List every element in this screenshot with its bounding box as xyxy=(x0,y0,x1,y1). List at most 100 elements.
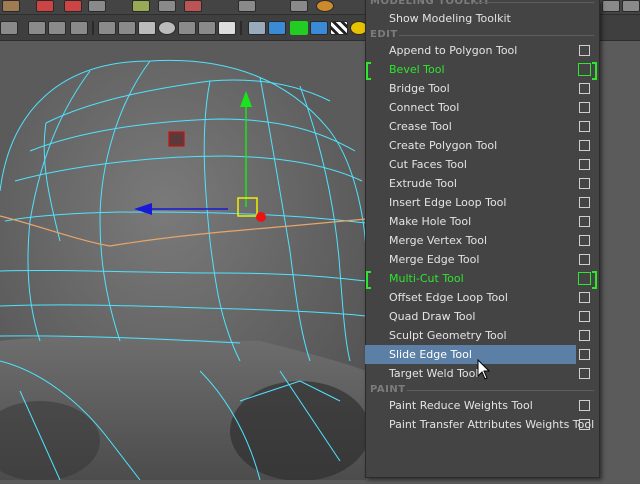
menu-item-label: Sculpt Geometry Tool xyxy=(389,329,507,342)
render-icon[interactable] xyxy=(316,0,334,12)
smooth-shade-icon[interactable] xyxy=(138,21,156,35)
menu-item-create-polygon-tool[interactable]: Create Polygon Tool xyxy=(365,136,598,155)
menu-item-label: Append to Polygon Tool xyxy=(389,44,518,57)
menu-item-label: Create Polygon Tool xyxy=(389,139,498,152)
menu-item-label: Bridge Tool xyxy=(389,82,450,95)
menu-item-offset-edge-loop-tool[interactable]: Offset Edge Loop Tool xyxy=(365,288,598,307)
menu-item-insert-edge-loop-tool[interactable]: Insert Edge Loop Tool xyxy=(365,193,598,212)
option-box-icon[interactable] xyxy=(578,272,591,285)
pivot-point xyxy=(256,212,266,222)
menu-item-paint-transfer-attributes-weights-tool[interactable]: Paint Transfer Attributes Weights Tool xyxy=(365,415,598,434)
menu-item-label: Connect Tool xyxy=(389,101,460,114)
menu-item-paint-reduce-weights-tool[interactable]: Paint Reduce Weights Tool xyxy=(365,396,598,415)
eye-socket-shadow xyxy=(230,381,370,481)
rotate-icon[interactable] xyxy=(158,0,176,12)
menu-item-connect-tool[interactable]: Connect Tool xyxy=(365,98,598,117)
move-icon[interactable] xyxy=(132,0,150,12)
option-box-icon[interactable] xyxy=(579,121,590,132)
menu-item-label: Show Modeling Toolkit xyxy=(389,12,511,25)
toolbar-divider xyxy=(92,21,94,35)
polygon-cube-icon[interactable] xyxy=(98,21,116,35)
scale-icon[interactable] xyxy=(184,0,202,12)
option-box-icon[interactable] xyxy=(579,159,590,170)
option-box-icon[interactable] xyxy=(579,140,590,151)
wireframe-icon[interactable] xyxy=(118,21,136,35)
xray-icon[interactable] xyxy=(158,21,176,35)
menu-item-label: Offset Edge Loop Tool xyxy=(389,291,508,304)
menu-item-crease-tool[interactable]: Crease Tool xyxy=(365,117,598,136)
option-box-icon[interactable] xyxy=(579,400,590,411)
menu-item-bevel-tool[interactable]: Bevel Tool xyxy=(365,60,598,80)
cylinder-icon[interactable] xyxy=(268,21,286,35)
save-icon[interactable] xyxy=(88,0,106,12)
camera-icon[interactable] xyxy=(0,21,18,35)
option-box-icon[interactable] xyxy=(579,311,590,322)
menu-item-label: Bevel Tool xyxy=(389,63,445,76)
checker-icon[interactable] xyxy=(330,21,348,35)
mouse-cursor-icon xyxy=(477,359,491,380)
z-axis-handle xyxy=(168,131,185,147)
menu-item-label: Extrude Tool xyxy=(389,177,457,190)
menu-item-label: Target Weld Tool xyxy=(389,367,479,380)
menu-item-merge-edge-tool[interactable]: Merge Edge Tool xyxy=(365,250,598,269)
menu-item-label: Make Hole Tool xyxy=(389,215,472,228)
texture-icon[interactable] xyxy=(218,21,236,35)
section-divider xyxy=(475,2,594,3)
option-box-icon[interactable] xyxy=(579,235,590,246)
menu-item-merge-vertex-tool[interactable]: Merge Vertex Tool xyxy=(365,231,598,250)
menu-item-extrude-tool[interactable]: Extrude Tool xyxy=(365,174,598,193)
panel-layout-icon[interactable] xyxy=(602,0,620,12)
option-box-icon[interactable] xyxy=(579,197,590,208)
option-box-icon[interactable] xyxy=(578,63,591,76)
menu-item-label: Crease Tool xyxy=(389,120,452,133)
menu-item-label: Cut Faces Tool xyxy=(389,158,467,171)
menu-item-sculpt-geometry-tool[interactable]: Sculpt Geometry Tool xyxy=(365,326,598,345)
image-plane-icon[interactable] xyxy=(48,21,66,35)
option-box-icon[interactable] xyxy=(579,216,590,227)
option-box-icon[interactable] xyxy=(579,178,590,189)
pivot-icon[interactable] xyxy=(290,0,308,12)
paint-select-icon[interactable] xyxy=(64,0,82,12)
menu-item-label: Merge Vertex Tool xyxy=(389,234,488,247)
option-box-icon[interactable] xyxy=(579,83,590,94)
option-box-icon[interactable] xyxy=(579,254,590,265)
menu-item-bridge-tool[interactable]: Bridge Tool xyxy=(365,79,598,98)
bookmark-icon[interactable] xyxy=(28,21,46,35)
menu-item-quad-draw-tool[interactable]: Quad Draw Tool xyxy=(365,307,598,326)
menu-item-make-hole-tool[interactable]: Make Hole Tool xyxy=(365,212,598,231)
section-divider xyxy=(407,390,594,391)
grid-icon[interactable] xyxy=(70,21,88,35)
hotkey-bracket-right xyxy=(592,271,597,289)
option-box-icon[interactable] xyxy=(579,349,590,360)
menu-item-label: Slide Edge Tool xyxy=(389,348,472,361)
textured-icon[interactable] xyxy=(178,21,196,35)
marking-menu-items: MODELING TOOLKIT Show Modeling Toolkit E… xyxy=(365,0,598,436)
option-box-icon[interactable] xyxy=(579,45,590,56)
hotkey-bracket-left xyxy=(366,271,371,289)
menu-item-label: Paint Transfer Attributes Weights Tool xyxy=(389,418,595,431)
menu-item-label: Quad Draw Tool xyxy=(389,310,476,323)
hotkey-bracket-right xyxy=(592,62,597,80)
lights-icon[interactable] xyxy=(198,21,216,35)
isolate-select-icon[interactable] xyxy=(290,21,308,35)
option-box-icon[interactable] xyxy=(579,368,590,379)
menu-item-label: Paint Reduce Weights Tool xyxy=(389,399,533,412)
menu-item-append-to-polygon-tool[interactable]: Append to Polygon Tool xyxy=(365,41,598,60)
menu-item-show-modeling-toolkit[interactable]: Show Modeling Toolkit xyxy=(365,9,598,28)
hotkey-bracket-left xyxy=(366,62,371,80)
cube-icon[interactable] xyxy=(248,21,266,35)
option-box-icon[interactable] xyxy=(579,292,590,303)
lasso-icon[interactable] xyxy=(36,0,54,12)
toolbar-divider xyxy=(240,21,242,35)
panel-toggle-icon[interactable] xyxy=(622,0,640,12)
option-box-icon[interactable] xyxy=(579,330,590,341)
section-divider xyxy=(399,35,594,36)
option-box-icon[interactable] xyxy=(579,419,590,430)
select-tool-icon[interactable] xyxy=(2,0,20,12)
menu-item-cut-faces-tool[interactable]: Cut Faces Tool xyxy=(365,155,598,174)
grid-snap-icon[interactable] xyxy=(238,0,256,12)
menu-item-multi-cut-tool[interactable]: Multi-Cut Tool xyxy=(365,269,598,289)
section-header-modeling-toolkit: MODELING TOOLKIT xyxy=(370,0,491,7)
sphere-icon[interactable] xyxy=(310,21,328,35)
option-box-icon[interactable] xyxy=(579,102,590,113)
